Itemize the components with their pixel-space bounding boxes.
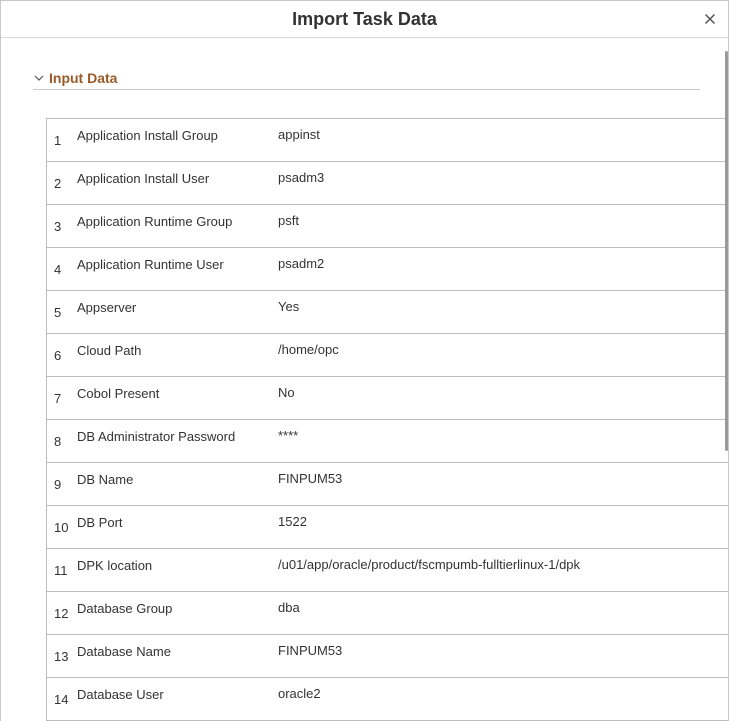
row-value: /home/opc [278,342,339,357]
row-key: Appserver [77,300,137,315]
close-button[interactable] [702,11,718,27]
table-row: 2 Application Install User psadm3 [47,162,728,205]
row-value: dba [278,600,300,615]
row-key: Cobol Present [77,386,160,401]
chevron-down-icon [34,75,44,81]
row-value: psadm2 [278,256,325,271]
row-key: DB Name [77,472,134,487]
row-value: psadm3 [278,170,325,185]
row-number: 8 [54,434,62,449]
section-title: Input Data [49,70,118,86]
row-key: Application Install User [77,171,210,186]
row-number: 12 [54,606,69,621]
table-row: 9 DB Name FINPUM53 [47,463,728,506]
row-value: **** [278,428,299,443]
table-row: 11 DPK location/u01/app/oracle/product/fs… [47,549,728,592]
table-row: 4 Application Runtime User psadm2 [47,248,728,291]
import-task-data-dialog: Import Task Data Input Data 1 Application… [0,0,729,721]
row-value: appinst [278,127,320,142]
input-data-grid: 1 Application Install Group appinst 2 Applic… [46,118,728,721]
row-key: Database User [77,687,164,702]
row-value: No [278,385,295,400]
row-key: Database Name [77,644,171,659]
dialog-header: Import Task Data [1,1,728,38]
row-key: DB Port [77,515,123,530]
row-number: 6 [54,348,62,363]
table-row: 7 Cobol Present No [47,377,728,420]
row-key: Cloud Path [77,343,142,358]
row-number: 11 [54,563,68,578]
row-value: /u01/app/oracle/product/fscmpumb-fulltie… [278,557,581,572]
row-value: Yes [278,299,300,314]
vertical-scrollbar[interactable] [725,51,728,451]
dialog-title: Import Task Data [292,9,437,29]
row-key: Application Runtime User [77,257,224,272]
table-row: 1 Application Install Group appinst [47,119,728,162]
row-key: Application Runtime Group [77,214,233,229]
table-row: 8 DB Administrator Password **** [47,420,728,463]
table-row: 13 Database Name FINPUM53 [47,635,728,678]
row-key: Database Group [77,601,173,616]
row-number: 14 [54,692,69,707]
row-number: 10 [54,520,69,535]
table-row: 5 Appserver Yes [47,291,728,334]
row-value: 1522 [278,514,307,529]
table-row: 6 Cloud Path/home/opc [47,334,728,377]
table-row: 10 DB Port 1522 [47,506,728,549]
table-row: 3 Application Runtime Group psft [47,205,728,248]
row-number: 3 [54,219,62,234]
row-number: 7 [54,391,62,406]
close-icon [704,13,716,25]
row-value: FINPUM53 [278,471,343,486]
row-number: 13 [54,649,69,664]
table-row: 12 Database Group dba [47,592,728,635]
section-header-input-data[interactable]: Input Data [33,69,700,90]
row-value: FINPUM53 [278,643,343,658]
dialog-body: Input Data 1 Application Install Group app… [1,39,728,721]
row-number: 5 [54,305,62,320]
row-number: 2 [54,176,62,191]
row-key: DB Administrator Password [77,429,236,444]
row-value: oracle2 [278,686,321,701]
table-row: 14 Database User oracle2 [47,678,728,721]
row-value: psft [278,213,299,228]
row-number: 9 [54,477,62,492]
row-key: DPK location [77,558,153,573]
row-number: 4 [54,262,62,277]
row-key: Application Install Group [77,128,218,143]
row-number: 1 [54,133,62,148]
